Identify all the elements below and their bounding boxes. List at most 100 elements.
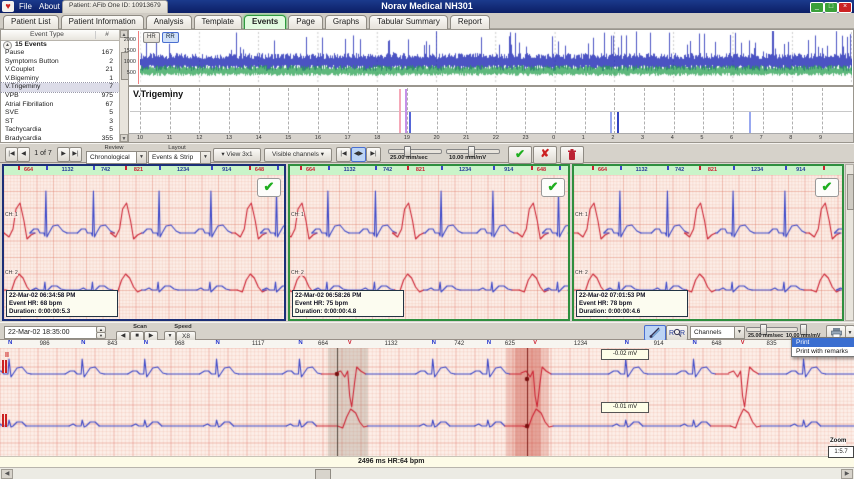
- event-row-pause[interactable]: Pause 167: [1, 49, 119, 58]
- speed-slider-track[interactable]: [388, 149, 442, 154]
- tab-events[interactable]: Events: [244, 15, 287, 29]
- scroll-right-icon[interactable]: ▶: [841, 469, 853, 479]
- event-row-label: Tachycardia: [5, 126, 42, 134]
- event-row-st[interactable]: ST 3: [1, 118, 119, 127]
- strip-accept-button[interactable]: ✔: [541, 178, 565, 197]
- beat-tick: [249, 166, 252, 170]
- timeline-hour-label: 12: [196, 135, 203, 141]
- timeline-hour-label: 23: [522, 135, 529, 141]
- timeline-hour-label: 16: [314, 135, 322, 141]
- strip-info-line: Duration: 0:00:00:4.6: [579, 308, 641, 315]
- strip-rr-value: 1132: [343, 167, 356, 173]
- print-menu-item-remarks[interactable]: Print with remarks: [792, 347, 854, 356]
- tab-patient-list[interactable]: Patient List: [3, 15, 59, 29]
- beat-tick: [531, 166, 534, 170]
- timeline-hour-label: 13: [225, 135, 233, 141]
- zoom-value[interactable]: 1:5.7: [828, 446, 854, 458]
- chevron-down-icon[interactable]: ▼: [200, 152, 210, 163]
- tab-tabular-summary[interactable]: Tabular Summary: [369, 15, 448, 29]
- event-row-sve[interactable]: SVE 5: [1, 109, 119, 118]
- tab-graphs[interactable]: Graphs: [324, 15, 368, 29]
- rr-toggle-button[interactable]: RR: [162, 32, 179, 43]
- strip-info-box: 22-Mar-02 06:58:26 PM Event HR: 75 bpm Dur…: [292, 290, 404, 317]
- datetime-field[interactable]: 22-Mar-02 18:35:00: [4, 326, 99, 339]
- delete-event-button[interactable]: [560, 146, 584, 164]
- tab-report[interactable]: Report: [449, 15, 490, 29]
- last-event-button[interactable]: ▶|: [69, 147, 82, 162]
- beat-label-N: N: [8, 340, 13, 346]
- maximize-button[interactable]: □: [824, 2, 838, 13]
- rr-trend-plot[interactable]: [140, 31, 852, 84]
- scroll-down-icon[interactable]: ▼: [120, 134, 128, 142]
- timeline-hour-label: 19: [403, 135, 410, 141]
- event-timeline-panel[interactable]: V.Trigeminy 10 11 12 13 14 15 16 17 18 19 20 21 22 23…: [128, 86, 854, 143]
- chevron-down-icon[interactable]: ▼: [136, 152, 146, 163]
- ecg-strip-2[interactable]: 664 1132 742 821 1234 914 648 CH: 1 CH: 2 ✔ 22-Mar…: [288, 164, 570, 321]
- prev-event-button[interactable]: ◀: [17, 147, 30, 162]
- beat-label-N: N: [486, 340, 492, 346]
- timeline-event-marker[interactable]: [749, 112, 752, 134]
- tab-page[interactable]: Page: [288, 15, 323, 29]
- ecg-strip-3[interactable]: 664 1132 742 821 1234 914 CH: 1 CH: 2 ✔ 22-Mar-02…: [572, 164, 844, 321]
- rr-measure-button[interactable]: RR: [666, 325, 688, 341]
- rr-interval-value: 742: [454, 340, 465, 347]
- rhythm-scrollbar[interactable]: ◀ ▶: [0, 467, 854, 479]
- align-center-button[interactable]: ◀▶: [351, 147, 366, 162]
- event-row-v-trigeminy[interactable]: V.Trigeminy 7: [0, 82, 120, 93]
- event-row-label: V.Couplet: [5, 66, 35, 74]
- strip-accept-button[interactable]: ✔: [257, 178, 281, 197]
- close-button[interactable]: ×: [838, 2, 852, 13]
- event-row-atrial-fibrillation[interactable]: Atrial Fibrillation 67: [1, 101, 119, 110]
- tab-analysis[interactable]: Analysis: [145, 15, 192, 29]
- scroll-thumb[interactable]: [847, 174, 854, 210]
- tab-template[interactable]: Template: [193, 15, 242, 29]
- strips-scrollbar[interactable]: [845, 164, 854, 321]
- tab-patient-information[interactable]: Patient Information: [60, 15, 144, 29]
- event-row-tachycardia[interactable]: Tachycardia 5: [1, 126, 119, 135]
- menu-about[interactable]: About: [39, 2, 60, 11]
- timeline-event-marker[interactable]: [398, 89, 401, 134]
- event-row-v-bigeminy[interactable]: V.Bigeminy 1: [1, 75, 119, 84]
- timeline-event-marker[interactable]: [617, 112, 620, 134]
- application-window: ♥ File About Patient: AFib One ID: 10913…: [0, 0, 854, 479]
- channels-dropdown[interactable]: Channels ▼: [690, 326, 745, 339]
- accept-event-button[interactable]: ✔: [508, 146, 532, 164]
- channel-1-label: CH: 1: [575, 212, 588, 218]
- hr-toggle-button[interactable]: HR: [143, 32, 160, 43]
- beat-tick: [124, 166, 127, 170]
- view-3x1-button[interactable]: ▾ View 3x1: [213, 148, 261, 162]
- timeline-hour-label: 6: [730, 135, 734, 141]
- rhythm-strip-canvas[interactable]: [0, 348, 854, 456]
- event-row-vpb[interactable]: VPB 975: [1, 92, 119, 101]
- menu-file[interactable]: File: [19, 2, 32, 11]
- scroll-thumb[interactable]: [315, 469, 331, 479]
- strip-rr-value: 1132: [635, 167, 648, 173]
- timeline-event-marker[interactable]: [409, 112, 412, 134]
- timeline-event-marker[interactable]: [404, 89, 407, 134]
- review-dropdown[interactable]: Chronological ▼: [86, 151, 147, 164]
- ecg-strip-1[interactable]: 664 1132 742 821 1234 914 648 CH: 1 CH: 2 ✔ 22-Mar…: [2, 164, 286, 321]
- datetime-down-icon[interactable]: ▼: [96, 332, 106, 339]
- align-end-button[interactable]: ▶|: [366, 147, 381, 162]
- event-row-symptoms-button[interactable]: Symptoms Button 2: [1, 58, 119, 67]
- chevron-down-icon[interactable]: ▼: [734, 327, 744, 338]
- event-group-row[interactable]: ▲ 15 Events: [1, 40, 119, 50]
- reject-event-button[interactable]: ✘: [533, 146, 557, 164]
- column-event-type[interactable]: Event Type: [1, 31, 93, 38]
- calipers-button[interactable]: [644, 325, 666, 341]
- calibration-mark: [5, 360, 7, 373]
- beat-label-N: N: [143, 340, 149, 346]
- review-value: Chronological: [90, 154, 130, 161]
- events-toolbar: |◀ ◀ 1 of 7 ▶ ▶| Review Chronological ▼ …: [0, 143, 854, 164]
- event-row-v-couplet[interactable]: V.Couplet 21: [1, 66, 119, 75]
- scroll-left-icon[interactable]: ◀: [1, 469, 13, 479]
- align-start-button[interactable]: |◀: [336, 147, 351, 162]
- print-menu-item-print[interactable]: Print: [792, 338, 854, 347]
- timeline-event-marker[interactable]: [609, 112, 612, 134]
- minimize-button[interactable]: _: [810, 2, 824, 13]
- layout-dropdown[interactable]: Events & Strip ▼: [148, 151, 211, 164]
- scan-speed-track[interactable]: [746, 327, 798, 332]
- strip-accept-button[interactable]: ✔: [815, 178, 839, 197]
- layout-value: Events & Strip: [152, 154, 194, 161]
- visible-channels-button[interactable]: Visible channels ▾: [264, 148, 332, 162]
